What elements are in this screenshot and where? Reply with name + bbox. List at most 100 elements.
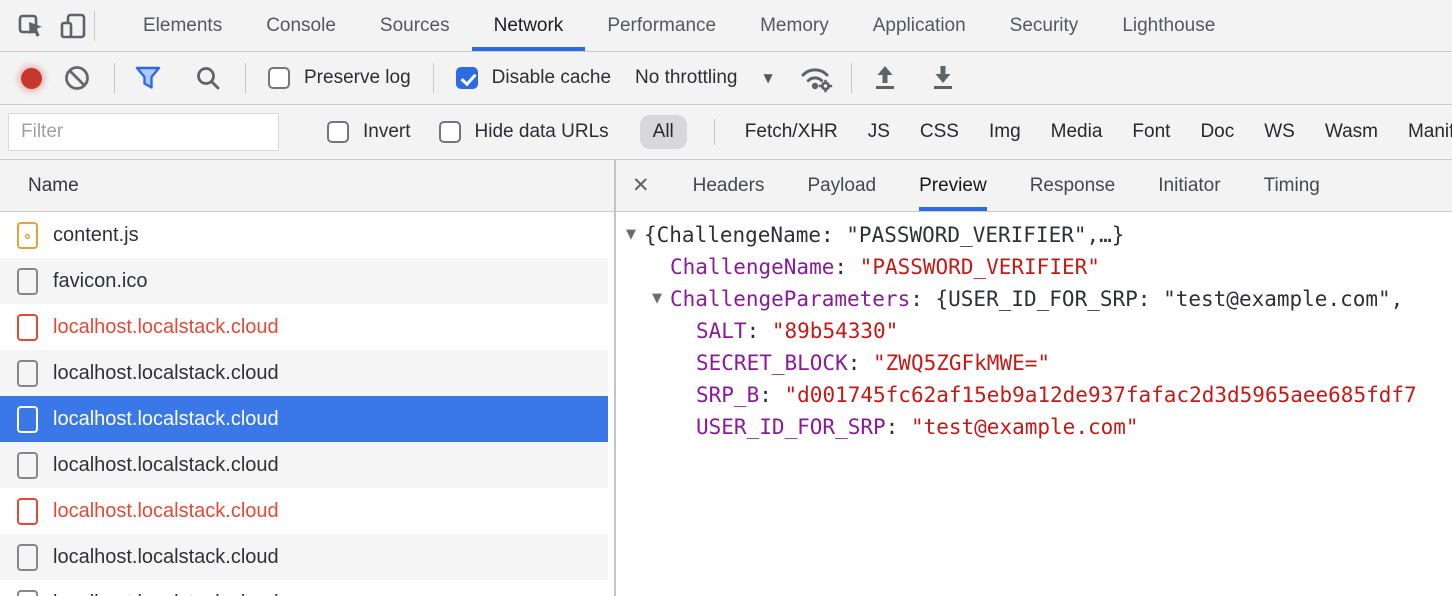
tree-line[interactable]: SECRET_BLOCK: "ZWQ5ZGFkMWE=" xyxy=(616,347,1452,379)
request-name: localhost.localstack.cloud xyxy=(53,592,279,596)
devtools-window: ElementsConsoleSourcesNetworkPerformance… xyxy=(0,0,1452,596)
tree-line[interactable]: SRP_B: "d001745fc62af15eb9a12de937fafac2… xyxy=(616,379,1452,411)
preserve-log-checkbox[interactable] xyxy=(268,67,290,89)
detail-tab-timing[interactable]: Timing xyxy=(1264,160,1320,211)
tree-line[interactable]: ChallengeName: "PASSWORD_VERIFIER" xyxy=(616,251,1452,283)
detail-tab-preview[interactable]: Preview xyxy=(919,160,987,211)
tab-console[interactable]: Console xyxy=(244,0,358,51)
network-conditions-icon[interactable] xyxy=(795,57,837,99)
filter-type-img[interactable]: Img xyxy=(989,121,1021,143)
request-row[interactable]: ‹›content.js xyxy=(0,212,608,258)
tab-lighthouse[interactable]: Lighthouse xyxy=(1100,0,1237,51)
inspect-element-icon[interactable] xyxy=(10,5,52,47)
hide-data-urls-group: Hide data URLs xyxy=(439,121,609,143)
document-file-icon xyxy=(17,314,38,341)
device-toolbar-icon[interactable] xyxy=(52,5,94,47)
request-name: localhost.localstack.cloud xyxy=(53,454,279,477)
preview-json-tree: ▼{ChallengeName: "PASSWORD_VERIFIER",…}C… xyxy=(616,212,1452,596)
request-name: localhost.localstack.cloud xyxy=(53,362,279,385)
request-row[interactable]: localhost.localstack.cloud xyxy=(0,534,608,580)
tab-performance[interactable]: Performance xyxy=(585,0,738,51)
tree-segment-plain: {ChallengeName: "PASSWORD_VERIFIER",…} xyxy=(644,223,1124,247)
tree-expand-arrow-icon[interactable]: ▼ xyxy=(646,283,668,315)
filter-type-all[interactable]: All xyxy=(640,115,687,149)
document-file-icon xyxy=(17,268,38,295)
document-file-icon xyxy=(17,452,38,479)
tree-line[interactable]: SALT: "89b54330" xyxy=(616,315,1452,347)
tree-line[interactable]: ▼{ChallengeName: "PASSWORD_VERIFIER",…} xyxy=(616,219,1452,251)
filter-type-doc[interactable]: Doc xyxy=(1200,121,1234,143)
filter-type-font[interactable]: Font xyxy=(1132,121,1170,143)
preserve-log-group: Preserve log xyxy=(268,67,411,89)
request-name: localhost.localstack.cloud xyxy=(53,408,279,431)
request-row[interactable]: localhost.localstack.cloud xyxy=(0,580,608,596)
request-row[interactable]: localhost.localstack.cloud xyxy=(0,304,608,350)
filter-type-ws[interactable]: WS xyxy=(1264,121,1295,143)
disable-cache-checkbox[interactable] xyxy=(456,67,478,89)
tab-application[interactable]: Application xyxy=(851,0,988,51)
tab-sources[interactable]: Sources xyxy=(358,0,472,51)
network-toolbar: Preserve log Disable cache No throttling… xyxy=(0,52,1452,105)
name-column-header[interactable]: Name xyxy=(0,160,614,212)
filter-type-css[interactable]: CSS xyxy=(920,121,959,143)
filter-input[interactable] xyxy=(8,113,279,151)
request-row[interactable]: localhost.localstack.cloud xyxy=(0,350,608,396)
request-row[interactable]: localhost.localstack.cloud xyxy=(0,442,608,488)
filter-type-media[interactable]: Media xyxy=(1051,121,1103,143)
filter-toggle-icon[interactable] xyxy=(127,57,169,99)
tree-expand-arrow-icon[interactable]: ▼ xyxy=(620,219,642,251)
tree-segment-string: "PASSWORD_VERIFIER" xyxy=(860,255,1100,279)
request-type-filters: All Fetch/XHR JS CSS Img Media Font Doc WS Wasm Ma… xyxy=(643,115,1452,149)
detail-tab-headers[interactable]: Headers xyxy=(693,160,765,211)
request-row[interactable]: favicon.ico xyxy=(0,258,608,304)
tab-memory[interactable]: Memory xyxy=(738,0,851,51)
tree-segment-key: ChallengeName xyxy=(670,255,834,279)
request-row[interactable]: localhost.localstack.cloud xyxy=(0,396,608,442)
close-icon[interactable]: ✕ xyxy=(632,160,650,211)
invert-checkbox[interactable] xyxy=(327,121,349,143)
tree-segment-plain: : xyxy=(834,255,859,279)
toolbar-divider xyxy=(851,63,852,93)
request-list: ‹›content.js favicon.ico localhost.localst… xyxy=(0,212,614,596)
detail-tab-payload[interactable]: Payload xyxy=(807,160,876,211)
tab-network[interactable]: Network xyxy=(472,0,586,51)
tree-segment-string: "d001745fc62af15eb9a12de937fafac2d3d5965… xyxy=(785,383,1417,407)
disable-cache-label: Disable cache xyxy=(492,67,611,89)
throttling-select[interactable]: No throttling ▼ xyxy=(635,67,773,89)
filter-type-fetch-xhr[interactable]: Fetch/XHR xyxy=(745,121,838,143)
name-header-label: Name xyxy=(28,175,79,197)
document-file-icon xyxy=(17,360,38,387)
tree-segment-key: SRP_B xyxy=(696,383,759,407)
tab-elements[interactable]: Elements xyxy=(121,0,244,51)
network-filter-bar: Invert Hide data URLs All Fetch/XHR JS CSS I… xyxy=(0,105,1452,160)
tree-segment-plain: : {USER_ID_FOR_SRP: "test@example.com", xyxy=(910,287,1403,311)
request-row[interactable]: localhost.localstack.cloud xyxy=(0,488,608,534)
tree-segment-key: USER_ID_FOR_SRP xyxy=(696,415,886,439)
tree-segment-plain: : xyxy=(759,383,784,407)
filter-type-wasm[interactable]: Wasm xyxy=(1325,121,1378,143)
detail-tab-initiator[interactable]: Initiator xyxy=(1158,160,1220,211)
tree-line[interactable]: ▼ChallengeParameters: {USER_ID_FOR_SRP: … xyxy=(616,283,1452,315)
request-name: localhost.localstack.cloud xyxy=(53,546,279,569)
request-name: favicon.ico xyxy=(53,270,148,293)
filter-type-js[interactable]: JS xyxy=(868,121,890,143)
tree-segment-string: "89b54330" xyxy=(772,319,898,343)
search-icon[interactable] xyxy=(187,57,229,99)
toolbar-divider xyxy=(114,63,115,93)
preserve-log-label: Preserve log xyxy=(304,67,411,89)
record-button[interactable] xyxy=(21,68,42,89)
clear-network-log-icon[interactable] xyxy=(56,57,98,99)
filter-type-manifest[interactable]: Manifest xyxy=(1408,121,1452,143)
devtools-main-tabbar: ElementsConsoleSourcesNetworkPerformance… xyxy=(0,0,1452,52)
tab-security[interactable]: Security xyxy=(988,0,1101,51)
tree-segment-key: SALT xyxy=(696,319,747,343)
request-detail-panel: ✕ Headers Payload Preview Response Initiator… xyxy=(616,160,1452,596)
tree-line[interactable]: USER_ID_FOR_SRP: "test@example.com" xyxy=(616,411,1452,443)
tree-segment-string: "test@example.com" xyxy=(911,415,1139,439)
hide-data-urls-checkbox[interactable] xyxy=(439,121,461,143)
import-har-icon[interactable] xyxy=(864,57,906,99)
invert-label: Invert xyxy=(363,121,411,143)
detail-tab-response[interactable]: Response xyxy=(1030,160,1116,211)
request-name: content.js xyxy=(53,224,139,247)
export-har-icon[interactable] xyxy=(922,57,964,99)
